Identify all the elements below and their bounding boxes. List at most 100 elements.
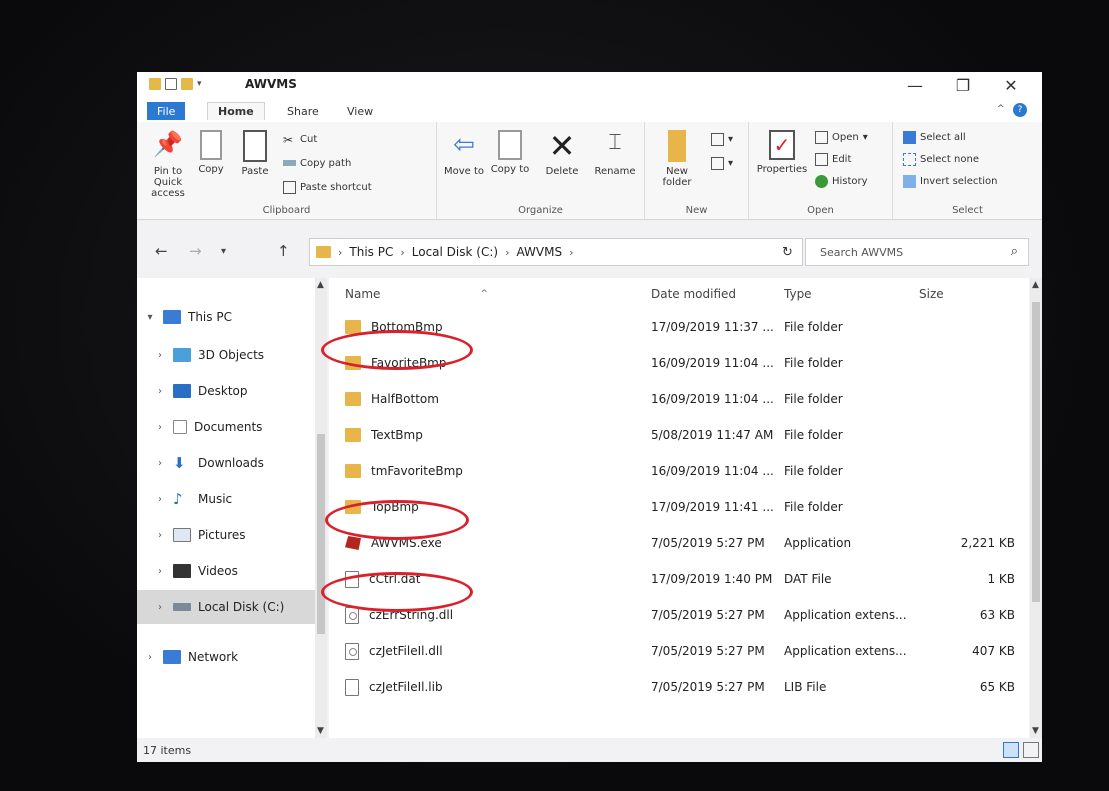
column-header-name[interactable]: Name ^ [345, 278, 488, 310]
move-to-button[interactable]: ⇦ Move to [441, 128, 487, 198]
pin-to-quick-access-button[interactable]: 📌 Pin to Quick access [141, 128, 195, 199]
chevron-right-icon[interactable]: › [147, 602, 173, 613]
nav-item-videos[interactable]: › Videos [137, 554, 315, 588]
refresh-button[interactable]: ↻ [773, 238, 803, 266]
file-row[interactable]: BottomBmp 17/09/2019 11:37 ... File folder [329, 310, 1029, 344]
file-row[interactable]: cCtrl.dat 17/09/2019 1:40 PM DAT File 1 KB [329, 562, 1029, 596]
breadcrumb-awvms[interactable]: AWVMS [516, 245, 562, 259]
maximize-button[interactable]: ❐ [943, 74, 983, 96]
file-name-cell: czJetFileIl.dll [345, 634, 443, 668]
delete-button[interactable]: ✕ Delete [535, 128, 589, 198]
file-list: Name ^ Date modified Type Size BottomBmp… [321, 278, 1029, 738]
paste-shortcut-button[interactable]: Paste shortcut [283, 178, 372, 196]
chevron-right-icon[interactable]: › [147, 422, 173, 433]
nav-item-music[interactable]: › ♪ Music [137, 482, 315, 516]
scrollbar-thumb[interactable] [1032, 302, 1040, 602]
column-header-type[interactable]: Type [784, 278, 812, 310]
scroll-up-icon[interactable]: ▲ [1032, 280, 1039, 290]
column-header-date[interactable]: Date modified [651, 278, 736, 310]
status-bar: 17 items [137, 738, 1042, 762]
details-view-icon[interactable] [1003, 742, 1019, 758]
invert-selection-button[interactable]: Invert selection [903, 172, 998, 190]
help-icon[interactable]: ? [1013, 103, 1027, 117]
chevron-down-icon[interactable]: ▾ [197, 79, 202, 89]
tab-file[interactable]: File [147, 102, 186, 120]
search-placeholder: Search AWVMS [820, 245, 904, 259]
folder-icon [345, 356, 361, 370]
column-header-size[interactable]: Size [919, 278, 944, 310]
chevron-right-icon[interactable]: › [147, 458, 173, 469]
tab-view[interactable]: View [337, 102, 383, 120]
nav-item-documents[interactable]: › Documents [137, 410, 315, 444]
up-arrow-icon[interactable]: ↑ [277, 242, 290, 260]
scroll-down-icon[interactable]: ▼ [1032, 726, 1039, 736]
open-button[interactable]: Open ▾ [815, 128, 868, 146]
file-row[interactable]: AWVMS.exe 7/05/2019 5:27 PM Application 2,2… [329, 526, 1029, 560]
breadcrumb-this-pc[interactable]: This PC [349, 245, 393, 259]
copy-to-button[interactable]: Copy to [487, 128, 533, 198]
cut-button[interactable]: ✂ Cut [283, 130, 317, 148]
scrollbar-thumb[interactable] [317, 434, 325, 634]
file-type: DAT File [784, 572, 832, 586]
copy-button[interactable]: Copy [189, 128, 233, 198]
folder-icon [345, 392, 361, 406]
new-item-button[interactable]: ▾ [711, 130, 733, 148]
chevron-right-icon[interactable]: › [147, 530, 173, 541]
tab-share[interactable]: Share [277, 102, 329, 120]
chevron-right-icon[interactable]: › [147, 566, 173, 577]
nav-item-downloads[interactable]: › ⬇ Downloads [137, 446, 315, 480]
forward-arrow-icon[interactable]: → [189, 242, 202, 260]
chevron-right-icon[interactable]: › [147, 494, 173, 505]
file-row[interactable]: czErrString.dll 7/05/2019 5:27 PM Applicat… [329, 598, 1029, 632]
nav-item-network[interactable]: › Network [137, 640, 315, 674]
breadcrumb-local-disk[interactable]: Local Disk (C:) [412, 245, 498, 259]
file-list-scrollbar[interactable]: ▲ ▼ [1030, 278, 1042, 738]
close-button[interactable]: ✕ [991, 74, 1031, 96]
recent-locations-icon[interactable]: ▾ [221, 246, 226, 257]
file-row[interactable]: czJetFileIl.lib 7/05/2019 5:27 PM LIB File… [329, 670, 1029, 704]
chevron-right-icon[interactable]: › [137, 652, 163, 663]
nav-item-desktop[interactable]: › Desktop [137, 374, 315, 408]
rename-button[interactable]: ⌶ Rename [589, 128, 641, 198]
nav-item-this-pc[interactable]: ▾ This PC [137, 300, 315, 334]
properties-icon[interactable] [165, 78, 177, 90]
minimize-button[interactable]: — [895, 74, 935, 96]
file-name: AWVMS.exe [371, 536, 442, 550]
easy-access-button[interactable]: ▾ [711, 154, 733, 172]
address-bar[interactable]: › This PC › Local Disk (C:) › AWVMS › ▾ [309, 238, 799, 266]
new-group: New folder ▾ ▾ New [645, 122, 749, 220]
new-folder-icon[interactable] [181, 78, 193, 90]
copy-path-button[interactable]: Copy path [283, 154, 351, 172]
file-row[interactable]: tmFavoriteBmp 16/09/2019 11:04 ... File fo… [329, 454, 1029, 488]
select-none-button[interactable]: Select none [903, 150, 979, 168]
file-date: 5/08/2019 11:47 AM [651, 428, 774, 442]
properties-button[interactable]: ✓ Properties [753, 128, 811, 198]
chevron-right-icon[interactable]: › [147, 386, 173, 397]
file-size: 1 KB [987, 572, 1015, 586]
download-arrow-icon: ⬇ [173, 454, 186, 472]
scroll-down-icon[interactable]: ▼ [317, 726, 324, 736]
new-folder-button[interactable]: New folder [651, 128, 703, 198]
file-row[interactable]: FavoriteBmp 16/09/2019 11:04 ... File fold… [329, 346, 1029, 380]
nav-item-3d-objects[interactable]: › 3D Objects [137, 338, 315, 372]
file-row[interactable]: TextBmp 5/08/2019 11:47 AM File folder [329, 418, 1029, 452]
history-button[interactable]: History [815, 172, 868, 190]
chevron-right-icon[interactable]: › [147, 350, 173, 361]
paste-button[interactable]: Paste [233, 128, 277, 198]
nav-item-pictures[interactable]: › Pictures [137, 518, 315, 552]
file-row[interactable]: HalfBottom 16/09/2019 11:04 ... File folde… [329, 382, 1029, 416]
select-all-button[interactable]: Select all [903, 128, 966, 146]
back-arrow-icon[interactable]: ← [155, 242, 168, 260]
navigation-pane-scrollbar[interactable]: ▲ ▼ [315, 278, 327, 738]
tab-home[interactable]: Home [207, 102, 265, 120]
search-input[interactable]: Search AWVMS ⌕ [805, 238, 1029, 266]
nav-item-local-disk[interactable]: › Local Disk (C:) [137, 590, 315, 624]
large-icons-view-icon[interactable] [1023, 742, 1039, 758]
file-row[interactable]: TopBmp 17/09/2019 11:41 ... File folder [329, 490, 1029, 524]
collapse-ribbon-icon[interactable]: ^ [997, 104, 1005, 114]
clipboard-group-label: Clipboard [262, 205, 311, 216]
edit-button[interactable]: Edit [815, 150, 851, 168]
scroll-up-icon[interactable]: ▲ [317, 280, 324, 290]
chevron-down-icon[interactable]: ▾ [137, 312, 163, 323]
file-row[interactable]: czJetFileIl.dll 7/05/2019 5:27 PM Applicat… [329, 634, 1029, 668]
